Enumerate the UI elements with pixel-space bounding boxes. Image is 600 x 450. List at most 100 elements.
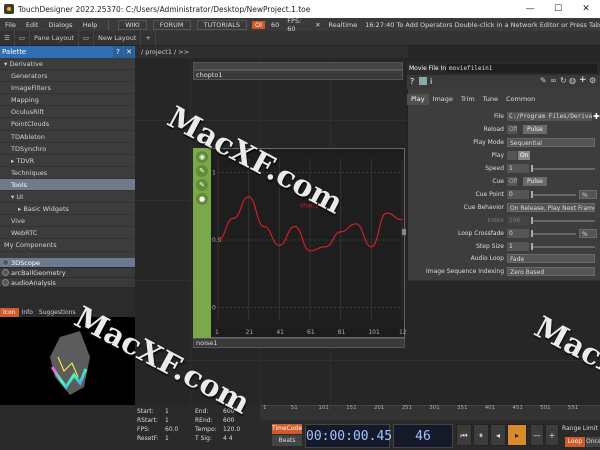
fps-value[interactable]: 60.0 [165,426,178,434]
forum-button[interactable]: FORUM [152,19,191,30]
menu-dialogs[interactable]: Dialogs [43,21,77,29]
tsig-value[interactable]: 4 4 [223,435,233,443]
close-button[interactable]: ✕ [572,4,600,14]
new-layout-button[interactable]: New Layout [94,30,142,46]
component-item[interactable]: 3DScope [0,258,135,268]
slider-handle[interactable] [531,242,533,250]
menu-file[interactable]: File [0,21,21,29]
output-connector[interactable] [402,229,406,235]
network-path[interactable]: / project1 / >> [135,46,408,58]
drop-icon[interactable]: ● [196,193,208,205]
param-dropdown[interactable]: Sequential [507,137,595,147]
link-icon[interactable]: ∞ [550,76,557,85]
param-toggle[interactable]: On [518,150,530,160]
oi-button[interactable]: OI [251,20,265,29]
component-item[interactable]: audioAnalysis [0,278,135,288]
param-number-field[interactable]: 0 [507,189,529,199]
tempo-value[interactable]: 120.0 [223,426,240,434]
timecode-button[interactable]: TimeCode [272,424,302,434]
gear-icon[interactable]: ⚙ [589,76,596,85]
noise-node-label[interactable]: noise1 [193,338,405,348]
palette-tree-item[interactable]: ImageFilters [0,82,135,95]
pane-layout-button[interactable]: Pane Layout [30,30,79,46]
unit-dropdown[interactable]: % [579,228,597,238]
palette-tree-item[interactable]: Mapping [0,94,135,107]
sync-icon[interactable]: ↻ [560,76,567,85]
beats-button[interactable]: Beats [272,435,302,446]
param-slider[interactable] [531,193,576,196]
palette-tree-item[interactable]: ▸ TDVR [0,155,135,167]
play-forward-button[interactable]: ▸ [507,424,527,446]
param-number-field[interactable]: 1 [507,241,529,251]
pulse-button[interactable]: Pulse [523,176,547,186]
rewind-button[interactable]: ⏮ [456,424,472,446]
param-number-field[interactable]: 0 [507,228,529,238]
step-back-button[interactable]: — [530,424,544,446]
menu-help[interactable]: Help [78,21,103,29]
param-tab-common[interactable]: Common [502,94,539,105]
operator-name-field[interactable]: moviefilein1 [447,64,597,73]
palette-tree-item[interactable]: PointClouds [0,118,135,131]
menu-edit[interactable]: Edit [21,21,44,29]
palette-icon[interactable]: ◍ [569,76,576,85]
palette-tree-item[interactable]: WebRTC [0,227,135,240]
palette-tree-item[interactable]: TDAbleton [0,131,135,143]
browse-file-icon[interactable]: ✚ [593,111,600,122]
param-slider[interactable] [531,245,595,248]
param-toggle[interactable]: Off [507,176,517,186]
slider-handle[interactable] [531,164,533,172]
sixty-button[interactable]: 60 [267,21,283,29]
play-reverse-button[interactable]: ◂ [490,424,506,446]
tab-icon[interactable]: Icon [0,308,19,317]
palette-tree-item[interactable]: Vive [0,215,135,228]
wand-icon[interactable]: ✎ [196,179,208,191]
param-tab-trim[interactable]: Trim [457,94,479,105]
noise-node[interactable]: 10.50121416181101121chan1 [193,148,411,338]
palette-tree-item[interactable]: ▾ Derivative [0,58,135,71]
realtime-checkbox-icon[interactable]: ✕ [311,21,324,29]
component-item[interactable]: arcBallGeometry [0,268,135,278]
slider-handle[interactable] [531,190,533,198]
palette-tree-item[interactable]: Generators [0,70,135,83]
palette-tree-item[interactable]: TDSynchro [0,143,135,155]
file-path-field[interactable]: C:/Program Files/Derivati [507,112,592,121]
start-value[interactable]: 1 [165,408,169,416]
layout-icon[interactable]: ▭ [79,30,95,46]
palette-tree-item[interactable]: OculusRift [0,106,135,119]
pencil-icon[interactable]: ✎ [540,76,547,85]
slider-handle[interactable] [531,229,533,237]
help-icon[interactable]: ? [113,46,123,58]
rstart-value[interactable]: 1 [165,417,169,425]
chopto-node-viewer[interactable] [193,62,403,70]
frame-display[interactable]: 46 [393,424,453,448]
param-slider[interactable] [531,232,576,235]
timecode-display[interactable]: 00:00:00.45 [305,424,392,448]
palette-tree-item[interactable]: ▸ Basic Widgets [0,203,135,216]
resetf-value[interactable]: 1 [165,435,169,443]
loop-button[interactable]: Loop [565,437,585,447]
tab-suggestions[interactable]: Suggestions [36,308,79,317]
help-icon[interactable]: ? [410,77,414,86]
param-toggle[interactable]: Off [507,124,517,134]
palette-tree-item[interactable]: Techniques [0,167,135,179]
python-icon[interactable] [419,77,427,85]
info-icon[interactable]: i [430,77,432,86]
param-tab-play[interactable]: Play [407,94,429,105]
unit-dropdown[interactable]: % [579,189,597,199]
chopto-node-label[interactable]: chopto1 [193,70,403,80]
toggle-off-segment[interactable] [507,150,517,160]
param-dropdown[interactable]: Zero Based [507,267,595,277]
palette-tree-item[interactable]: ▾ UI [0,191,135,204]
viewer-icon[interactable]: ◉ [196,151,208,163]
end-value[interactable]: 600 [223,408,234,416]
pane-menu-icon[interactable]: ☰ [0,30,15,46]
once-button[interactable]: Once [586,437,600,447]
add-layout-button[interactable]: + [141,30,156,46]
param-number-field[interactable]: 1 [507,163,529,173]
rend-value[interactable]: 600 [223,417,234,425]
step-forward-button[interactable]: + [545,424,559,446]
pulse-button[interactable]: Pulse [523,124,547,134]
param-tab-tune[interactable]: Tune [479,94,502,105]
param-dropdown[interactable]: Fade [507,254,595,264]
tutorials-button[interactable]: TUTORIALS [196,19,247,30]
